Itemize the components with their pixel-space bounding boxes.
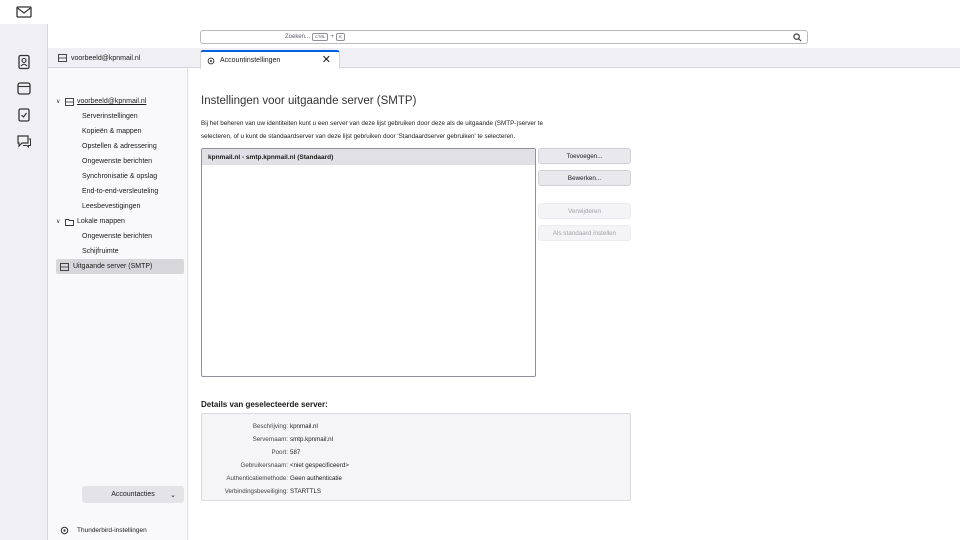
account-header-label: voorbeeld@kpnmail.nl: [71, 54, 141, 62]
chat-icon[interactable]: [16, 133, 32, 149]
gear-icon: [60, 526, 69, 535]
outgoing-server-icon: [60, 262, 69, 271]
smtp-server-list[interactable]: kpnmail.nl - smtp.kpnmail.nl (Standaard): [201, 148, 536, 377]
chevron-down-icon[interactable]: ∨: [56, 98, 62, 105]
tree-item-junk[interactable]: Ongewenste berichten: [56, 154, 184, 169]
page-title: Instellingen voor uitgaande server (SMTP…: [201, 95, 417, 107]
tree-item-smtp-label: Uitgaande server (SMTP): [73, 263, 153, 270]
smtp-server-item[interactable]: kpnmail.nl - smtp.kpnmail.nl (Standaard): [202, 149, 535, 165]
gear-icon: [207, 57, 215, 64]
chevron-down-icon: ⌄: [170, 491, 176, 499]
tree-item-e2e-encryption[interactable]: End-to-end-versleuteling: [56, 184, 184, 199]
page-description: Bij het beheren van uw identiteiten kunt…: [201, 120, 543, 140]
account-actions-label: Accountacties: [111, 491, 155, 498]
tasks-icon[interactable]: [16, 107, 32, 123]
server-icon: [65, 97, 74, 106]
search-icon: [793, 33, 802, 42]
tree-item-composition[interactable]: Opstellen & adressering: [56, 139, 184, 154]
account-actions-button[interactable]: Accountacties ⌄: [82, 486, 184, 503]
tree-item-disk-space[interactable]: Schijfruimte: [56, 244, 184, 259]
mail-icon[interactable]: [16, 5, 32, 19]
tree-item-server-settings[interactable]: Serverinstellingen: [56, 109, 184, 124]
spaces-toolbar: [0, 24, 48, 540]
detail-row: Servernaam: smtp.kpnmail.nl: [252, 435, 333, 443]
remove-server-button[interactable]: Verwijderen: [538, 203, 631, 219]
tree-item-sync-storage[interactable]: Synchronisatie & opslag: [56, 169, 184, 184]
close-icon[interactable]: ✕: [322, 54, 331, 66]
tree-item-local-junk[interactable]: Ongewenste berichten: [56, 229, 184, 244]
chevron-down-icon[interactable]: ∨: [56, 218, 62, 225]
account-settings-sidebar: ∨ voorbeeld@kpnmail.nl Serverinstellinge…: [48, 68, 188, 540]
tree-account-label: voorbeeld@kpnmail.nl: [77, 98, 147, 105]
tree-item-smtp[interactable]: Uitgaande server (SMTP): [56, 259, 184, 274]
server-details-panel: Beschrijving: kpnmail.nl Servernaam: smtp.…: [201, 413, 631, 501]
detail-row: Verbindingsbeveiliging: STARTTLS: [224, 487, 322, 495]
detail-row: Beschrijving: kpnmail.nl: [252, 422, 318, 430]
account-header[interactable]: voorbeeld@kpnmail.nl: [48, 48, 188, 68]
tab-strip: voorbeeld@kpnmail.nl Accountinstellingen…: [48, 48, 960, 69]
shortcut-key-k: K: [335, 33, 345, 41]
account-tree: ∨ voorbeeld@kpnmail.nl Serverinstellinge…: [56, 94, 184, 274]
folder-icon: [65, 218, 74, 226]
address-book-icon[interactable]: [16, 54, 32, 70]
shortcut-key-ctrl: CTRL: [312, 33, 329, 41]
smtp-settings-pane: Instellingen voor uitgaande server (SMTP…: [200, 68, 960, 540]
server-icon: [58, 54, 67, 62]
title-bar: [0, 0, 960, 24]
thunderbird-settings-link[interactable]: Thunderbird-instellingen: [60, 526, 147, 535]
tree-local-folders-label: Lokale mappen: [77, 218, 125, 225]
search-input[interactable]: Zoeken... CTRL + K: [200, 30, 808, 44]
detail-row: Poort: 587: [271, 448, 301, 456]
tree-local-folders[interactable]: ∨ Lokale mappen: [56, 214, 184, 229]
detail-row: Gebruikersnaam: <niet gespecificeerd>: [240, 461, 349, 469]
tab-account-settings[interactable]: Accountinstellingen ✕: [200, 50, 340, 69]
tree-item-copies-folders[interactable]: Kopieën & mappen: [56, 124, 184, 139]
tree-item-return-receipts[interactable]: Leesbevestigingen: [56, 199, 184, 214]
detail-row: Authenticatiemethode: Geen authenticatie: [226, 474, 342, 482]
details-title: Details van geselecteerde server:: [201, 400, 328, 409]
add-server-button[interactable]: Toevoegen...: [538, 148, 631, 164]
tree-account[interactable]: ∨ voorbeeld@kpnmail.nl: [56, 94, 184, 109]
set-default-button[interactable]: Als standaard instellen: [538, 225, 631, 241]
search-placeholder: Zoeken... CTRL + K: [285, 33, 345, 41]
edit-server-button[interactable]: Bewerken...: [538, 170, 631, 186]
thunderbird-settings-label: Thunderbird-instellingen: [77, 527, 147, 534]
calendar-icon[interactable]: [16, 80, 32, 96]
tab-label: Accountinstellingen: [220, 57, 281, 64]
